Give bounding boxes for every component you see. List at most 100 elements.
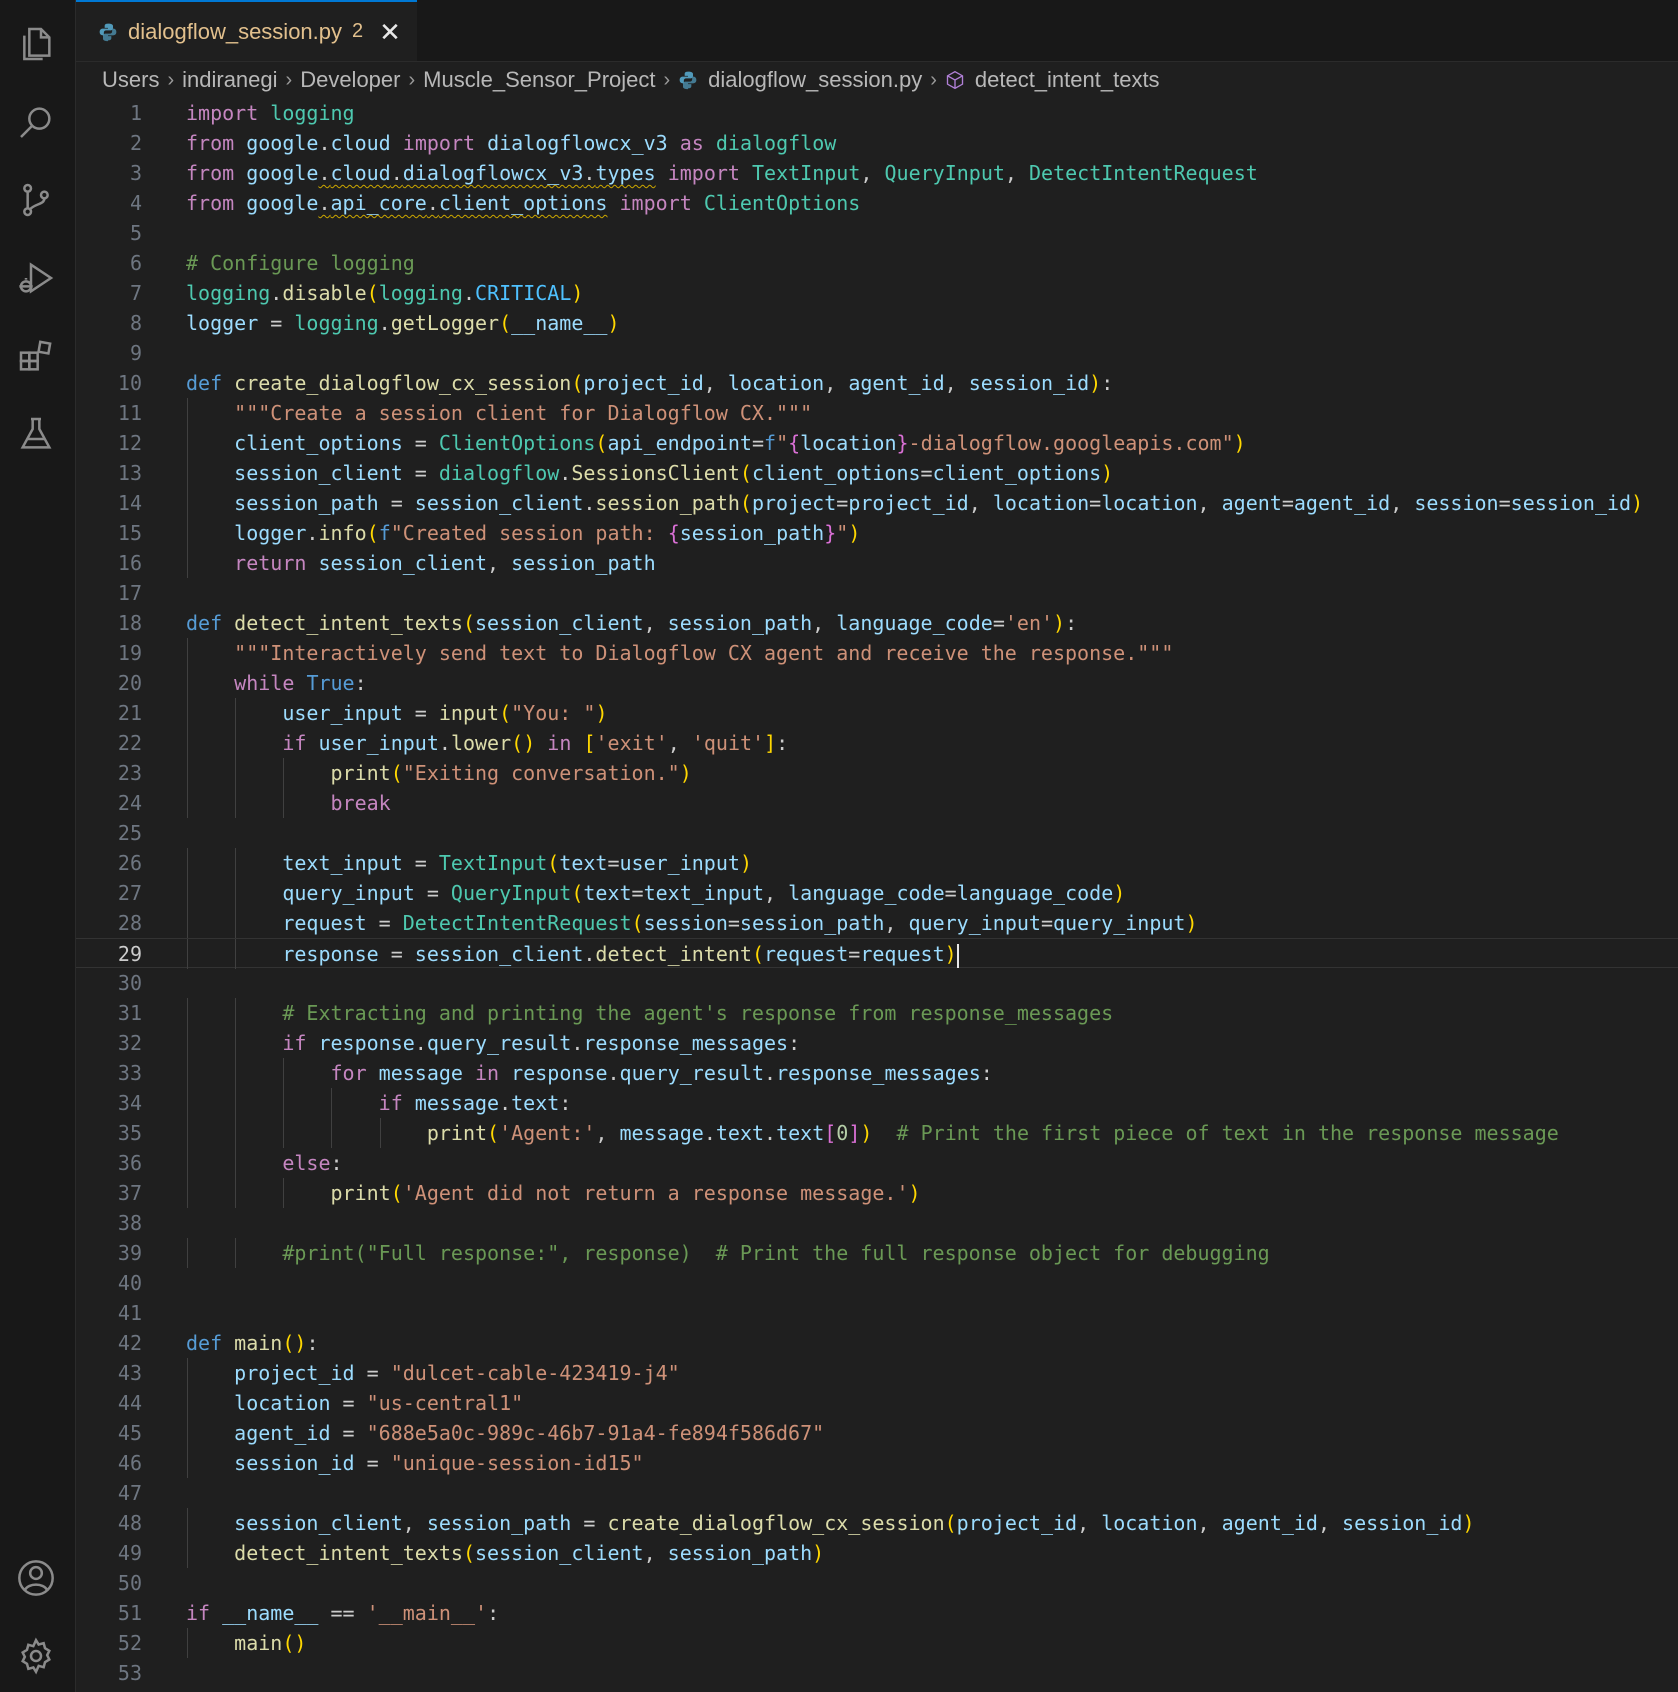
code-editor[interactable]: 1 import logging 2 from google.cloud import…: [76, 98, 1678, 1692]
code-line[interactable]: 25: [76, 818, 1678, 848]
code-line[interactable]: 31 # Extracting and printing the agent's…: [76, 998, 1678, 1028]
breadcrumb-item-users[interactable]: Users: [102, 67, 159, 93]
code-line[interactable]: 24 break: [76, 788, 1678, 818]
code-text: def main():: [186, 1331, 319, 1355]
search-icon[interactable]: [14, 100, 58, 144]
code-text: session_client, session_path = create_di…: [234, 1511, 1475, 1535]
code-line[interactable]: 36 else:: [76, 1148, 1678, 1178]
line-number: 32: [117, 1031, 142, 1055]
breadcrumb-item-symbol[interactable]: detect_intent_texts: [975, 67, 1160, 93]
code-line[interactable]: 40: [76, 1268, 1678, 1298]
source-control-icon[interactable]: [14, 178, 58, 222]
code-text: else:: [282, 1151, 343, 1175]
code-line[interactable]: 37 print('Agent did not return a respons…: [76, 1178, 1678, 1208]
code-text: # Extracting and printing the agent's re…: [282, 1001, 1114, 1025]
code-line[interactable]: 4 from google.api_core.client_options imp…: [76, 188, 1678, 218]
breadcrumb-item-developer[interactable]: Developer: [300, 67, 400, 93]
code-line[interactable]: 48 session_client, session_path = create…: [76, 1508, 1678, 1538]
code-line[interactable]: 33 for message in response.query_result.…: [76, 1058, 1678, 1088]
line-number: 15: [117, 521, 142, 545]
code-line[interactable]: 23 print("Exiting conversation."): [76, 758, 1678, 788]
code-text: import logging: [186, 101, 355, 125]
code-text: if user_input.lower() in ['exit', 'quit'…: [282, 731, 789, 755]
code-line[interactable]: 14 session_path = session_client.session…: [76, 488, 1678, 518]
code-line[interactable]: 17: [76, 578, 1678, 608]
code-line[interactable]: 28 request = DetectIntentRequest(session…: [76, 908, 1678, 938]
code-text: from google.cloud import dialogflowcx_v3…: [186, 131, 837, 155]
code-line[interactable]: 27 query_input = QueryInput(text=text_in…: [76, 878, 1678, 908]
code-line[interactable]: 39 #print("Full response:", response) # …: [76, 1238, 1678, 1268]
code-line[interactable]: 18 def detect_intent_texts(session_client…: [76, 608, 1678, 638]
line-number: 1: [129, 101, 142, 125]
line-number: 5: [129, 221, 142, 245]
code-text: # Configure logging: [186, 251, 415, 275]
line-number: 47: [117, 1481, 142, 1505]
tab-dialogflow-session[interactable]: dialogflow_session.py 2 ✕: [76, 0, 417, 61]
code-line[interactable]: 5: [76, 218, 1678, 248]
breadcrumb-item-user[interactable]: indiranegi: [182, 67, 277, 93]
line-number: 28: [117, 911, 142, 935]
line-number: 31: [117, 1001, 142, 1025]
code-line[interactable]: 44 location = "us-central1": [76, 1388, 1678, 1418]
line-number: 37: [117, 1181, 142, 1205]
line-number: 29: [117, 942, 142, 966]
code-line[interactable]: 29 response = session_client.detect_inte…: [76, 938, 1678, 969]
code-line[interactable]: 51 if __name__ == '__main__':: [76, 1598, 1678, 1628]
explorer-icon[interactable]: [14, 22, 58, 66]
code-line[interactable]: 12 client_options = ClientOptions(api_en…: [76, 428, 1678, 458]
code-line[interactable]: 15 logger.info(f"Created session path: {…: [76, 518, 1678, 548]
line-number: 48: [117, 1511, 142, 1535]
code-text: print("Exiting conversation."): [330, 761, 692, 785]
chevron-right-icon: ›: [408, 68, 416, 91]
code-line[interactable]: 32 if response.query_result.response_mes…: [76, 1028, 1678, 1058]
code-line[interactable]: 1 import logging: [76, 98, 1678, 128]
code-line[interactable]: 9: [76, 338, 1678, 368]
code-line[interactable]: 30: [76, 968, 1678, 998]
extensions-icon[interactable]: [14, 334, 58, 378]
code-line[interactable]: 2 from google.cloud import dialogflowcx_v…: [76, 128, 1678, 158]
code-line[interactable]: 20 while True:: [76, 668, 1678, 698]
code-line[interactable]: 43 project_id = "dulcet-cable-423419-j4": [76, 1358, 1678, 1388]
code-line[interactable]: 3 from google.cloud.dialogflowcx_v3.types…: [76, 158, 1678, 188]
code-line[interactable]: 50: [76, 1568, 1678, 1598]
account-icon[interactable]: [14, 1556, 58, 1600]
code-line[interactable]: 42 def main():: [76, 1328, 1678, 1358]
tab-title: dialogflow_session.py: [128, 18, 343, 44]
breadcrumb-item-file[interactable]: dialogflow_session.py: [708, 67, 922, 93]
run-debug-icon[interactable]: [14, 256, 58, 300]
code-line[interactable]: 34 if message.text:: [76, 1088, 1678, 1118]
code-line[interactable]: 22 if user_input.lower() in ['exit', 'qu…: [76, 728, 1678, 758]
code-line[interactable]: 52 main(): [76, 1628, 1678, 1658]
code-line[interactable]: 49 detect_intent_texts(session_client, s…: [76, 1538, 1678, 1568]
close-icon[interactable]: ✕: [379, 19, 401, 45]
line-number: 19: [117, 641, 142, 665]
code-line[interactable]: 41: [76, 1298, 1678, 1328]
line-number: 12: [117, 431, 142, 455]
code-line[interactable]: 46 session_id = "unique-session-id15": [76, 1448, 1678, 1478]
code-line[interactable]: 8 logger = logging.getLogger(__name__): [76, 308, 1678, 338]
code-text: agent_id = "688e5a0c-989c-46b7-91a4-fe89…: [234, 1421, 825, 1445]
code-line[interactable]: 47: [76, 1478, 1678, 1508]
code-line[interactable]: 6 # Configure logging: [76, 248, 1678, 278]
code-line[interactable]: 35 print('Agent:', message.text.text[0])…: [76, 1118, 1678, 1148]
code-line[interactable]: 11 """Create a session client for Dialog…: [76, 398, 1678, 428]
code-line[interactable]: 53: [76, 1658, 1678, 1688]
code-line[interactable]: 19 """Interactively send text to Dialogf…: [76, 638, 1678, 668]
code-line[interactable]: 26 text_input = TextInput(text=user_inpu…: [76, 848, 1678, 878]
line-number: 22: [117, 731, 142, 755]
testing-icon[interactable]: [14, 412, 58, 456]
code-line[interactable]: 13 session_client = dialogflow.SessionsC…: [76, 458, 1678, 488]
code-text: client_options = ClientOptions(api_endpo…: [234, 431, 1246, 455]
code-line[interactable]: 10 def create_dialogflow_cx_session(proje…: [76, 368, 1678, 398]
code-line[interactable]: 7 logging.disable(logging.CRITICAL): [76, 278, 1678, 308]
line-number: 49: [117, 1541, 142, 1565]
code-line[interactable]: 45 agent_id = "688e5a0c-989c-46b7-91a4-f…: [76, 1418, 1678, 1448]
code-line[interactable]: 21 user_input = input("You: "): [76, 698, 1678, 728]
breadcrumb-item-project[interactable]: Muscle_Sensor_Project: [423, 67, 655, 93]
code-text: location = "us-central1": [234, 1391, 524, 1415]
settings-gear-icon[interactable]: [14, 1634, 58, 1678]
line-number: 2: [129, 131, 142, 155]
code-line[interactable]: 38: [76, 1208, 1678, 1238]
code-line[interactable]: 16 return session_client, session_path: [76, 548, 1678, 578]
code-text: def create_dialogflow_cx_session(project…: [186, 371, 1114, 395]
